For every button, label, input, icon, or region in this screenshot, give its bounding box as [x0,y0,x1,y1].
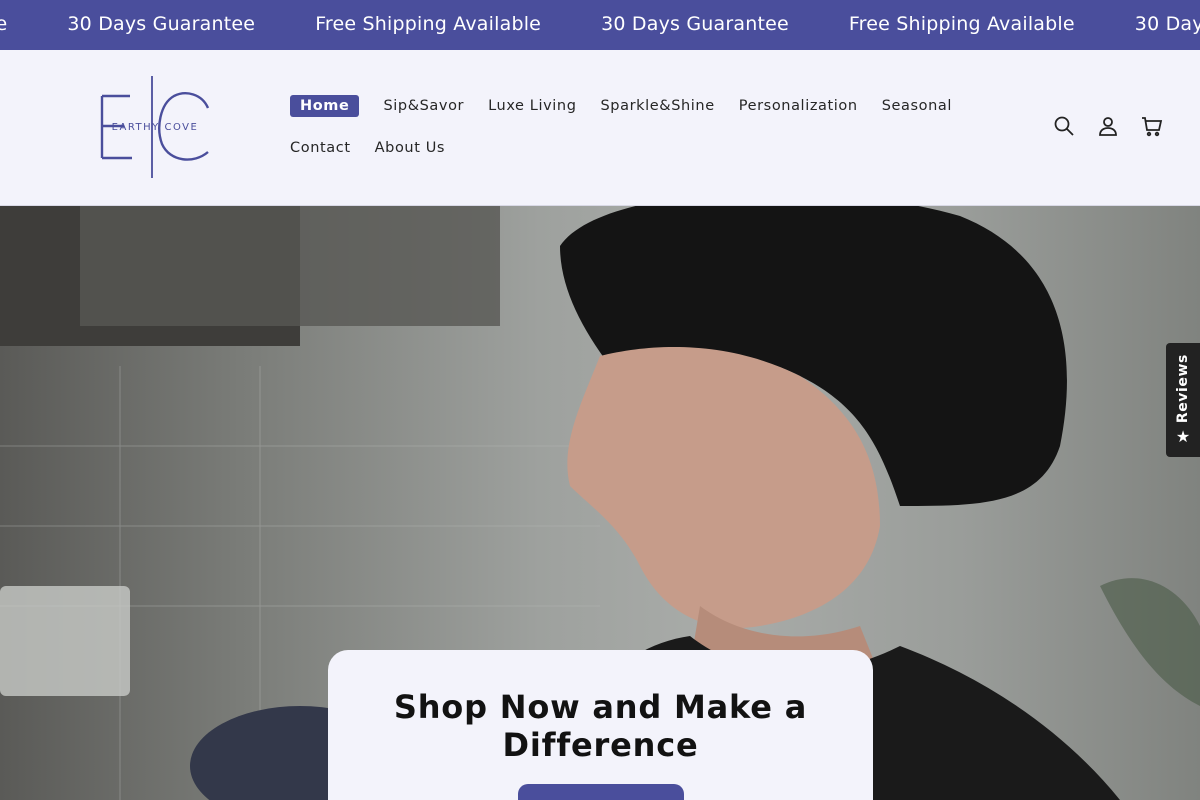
announcement-item: 30 Days Guarantee [67,13,256,35]
nav-row-secondary: Contact About Us [290,134,990,162]
logo[interactable]: EARTHY COVE [90,74,220,180]
nav-item-about-us[interactable]: About Us [375,140,445,156]
hero-title: Shop Now and Make a Difference [393,688,808,764]
nav-item-luxe-living[interactable]: Luxe Living [488,98,576,114]
announcement-item: Free Shipping Available [848,13,1075,35]
nav-item-seasonal[interactable]: Seasonal [882,98,952,114]
logo-text: EARTHY COVE [112,122,199,133]
main-nav: Home Sip&Savor Luxe Living Sparkle&Shine… [290,92,990,176]
star-icon: ★ [1175,427,1191,447]
nav-row-primary: Home Sip&Savor Luxe Living Sparkle&Shine… [290,92,990,120]
search-icon[interactable] [1052,114,1076,138]
reviews-label: Reviews [1175,353,1191,424]
hero-card: Shop Now and Make a Difference [328,650,873,800]
logo-mark: EARTHY COVE [100,76,210,178]
nav-item-sip-savor[interactable]: Sip&Savor [383,98,464,114]
reviews-tab[interactable]: Reviews ★ [1166,343,1200,457]
announcement-item: 30 Days Guarantee [601,13,789,35]
header-icons [1052,114,1164,138]
announcement-track: le 30 Days Guarantee Free Shipping Avail… [0,0,1200,50]
announcement-item: le [0,13,8,35]
nav-item-sparkle-shine[interactable]: Sparkle&Shine [601,98,715,114]
nav-item-home[interactable]: Home [290,95,360,117]
cart-icon[interactable] [1140,114,1164,138]
announcement-item: Free Shipping Available [315,13,542,35]
nav-item-contact[interactable]: Contact [290,140,351,156]
nav-item-personalization[interactable]: Personalization [739,98,858,114]
announcement-item: 30 Days Gu [1134,13,1200,35]
site-header: EARTHY COVE Home Sip&Savor Luxe Living S… [0,50,1200,206]
account-icon[interactable] [1096,114,1120,138]
announcement-bar: le 30 Days Guarantee Free Shipping Avail… [0,0,1200,50]
shop-now-button[interactable] [517,784,684,800]
